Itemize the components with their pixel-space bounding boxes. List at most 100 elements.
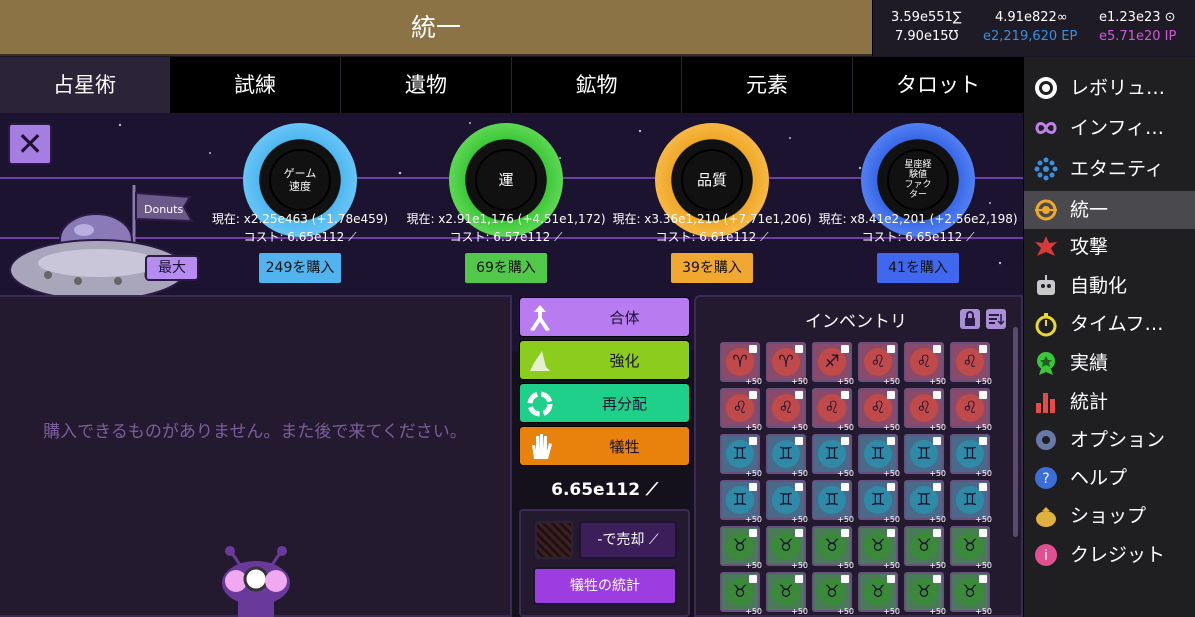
inventory-scrollbar[interactable]: [1013, 327, 1018, 537]
inventory-slot[interactable]: ♊ +50: [904, 480, 946, 524]
inventory-slot[interactable]: ♉ +50: [950, 572, 992, 616]
sacrifice-button[interactable]: 犠牲: [519, 426, 690, 466]
inventory-slot[interactable]: ♊ +50: [950, 480, 992, 524]
recycle-icon: [527, 391, 553, 417]
sell-button[interactable]: -で売却 ⟋: [579, 521, 677, 559]
inventory-slot[interactable]: ♌ +50: [766, 388, 808, 432]
sell-slot[interactable]: [535, 521, 573, 559]
inventory-slot[interactable]: ♊ +50: [720, 480, 762, 524]
bonus-label: +50: [883, 423, 900, 432]
lock-icon: [749, 529, 757, 537]
inventory-slot[interactable]: ♌ +50: [858, 388, 900, 432]
sidebar-item-1[interactable]: レボリュ…: [1024, 69, 1195, 107]
lock-icon: [887, 575, 895, 583]
inventory-slot[interactable]: ♊ +50: [904, 434, 946, 478]
upgrade-current: 現在: x2.25e463 (+1.78e459): [211, 212, 389, 226]
bonus-label: +50: [791, 377, 808, 386]
lock-icon: [979, 437, 987, 445]
inventory-slot[interactable]: ♌ +50: [904, 342, 946, 386]
bonus-label: +50: [929, 561, 946, 570]
bonus-label: +50: [929, 423, 946, 432]
lock-icon: [749, 575, 757, 583]
sidebar-item-8[interactable]: 実績: [1024, 344, 1195, 382]
sidebar-item-5[interactable]: 攻撃: [1024, 228, 1195, 266]
tab-minerals[interactable]: 鉱物: [512, 57, 682, 113]
inventory-slot[interactable]: ♉ +50: [950, 526, 992, 570]
sidebar-item-2[interactable]: インフィ…: [1024, 109, 1195, 147]
inventory-slot[interactable]: ♉ +50: [812, 526, 854, 570]
inventory-slot[interactable]: ♌ +50: [950, 342, 992, 386]
tab-astrology[interactable]: 占星術: [0, 57, 170, 113]
buy-game-speed-button[interactable]: 249を購入: [257, 251, 343, 285]
sidebar-item-label: 実績: [1070, 352, 1109, 374]
sort-icon[interactable]: [986, 309, 1006, 329]
buy-luck-button[interactable]: 69を購入: [463, 251, 549, 285]
inventory-slot[interactable]: ♉ +50: [904, 572, 946, 616]
inventory-slot[interactable]: ♉ +50: [720, 572, 762, 616]
inventory-slot[interactable]: ♌ +50: [812, 388, 854, 432]
inventory-slot[interactable]: ♉ +50: [858, 526, 900, 570]
tab-bar: 占星術 試練 遺物 鉱物 元素 タロット: [0, 57, 1023, 113]
upgrade-cost: コスト: 6.57e112 ⟋: [449, 230, 563, 244]
merge-button[interactable]: 合体: [519, 297, 690, 337]
tab-relics[interactable]: 遺物: [341, 57, 512, 113]
tab-trials[interactable]: 試練: [170, 57, 341, 113]
inventory-slot[interactable]: ♊ +50: [858, 480, 900, 524]
inventory-slot[interactable]: ♐ +50: [812, 342, 854, 386]
inventory-slot[interactable]: ♊ +50: [950, 434, 992, 478]
inventory-slot[interactable]: ♉ +50: [812, 572, 854, 616]
inventory-slot[interactable]: ♉ +50: [766, 526, 808, 570]
enhance-label: 強化: [609, 352, 640, 370]
inventory-slot[interactable]: ♌ +50: [858, 342, 900, 386]
sidebar-item-3[interactable]: エタニティ: [1024, 150, 1195, 188]
inventory-slot[interactable]: ♌ +50: [904, 388, 946, 432]
sidebar-item-12[interactable]: ショップ: [1024, 497, 1195, 535]
merge-icon: [530, 305, 550, 331]
sidebar-item-10[interactable]: オプション: [1024, 421, 1195, 459]
lock-icon: [795, 575, 803, 583]
max-button[interactable]: 最大: [145, 255, 199, 281]
flag-label: Donuts: [144, 203, 183, 216]
buy-constellation-xp-button[interactable]: 41を購入: [875, 251, 961, 285]
inventory-slot[interactable]: ♊ +50: [766, 480, 808, 524]
sidebar-item-7[interactable]: タイムフ…: [1024, 305, 1195, 343]
buy-quality-button[interactable]: 39を購入: [669, 251, 755, 285]
inventory-slot[interactable]: ♊ +50: [720, 434, 762, 478]
info-icon: i: [1035, 544, 1057, 566]
inventory-slot[interactable]: ♌ +50: [950, 388, 992, 432]
inventory-slot[interactable]: ♌ +50: [720, 388, 762, 432]
attack-icon: [1035, 236, 1057, 256]
inventory-slot[interactable]: ♉ +50: [858, 572, 900, 616]
inventory-slot[interactable]: ♉ +50: [720, 526, 762, 570]
sidebar-item-label: オプション: [1070, 429, 1166, 451]
inventory-slot[interactable]: ♊ +50: [812, 480, 854, 524]
sidebar-item-6[interactable]: 自動化: [1024, 267, 1195, 305]
inventory-slot[interactable]: ♉ +50: [904, 526, 946, 570]
close-button[interactable]: ✕: [8, 123, 52, 165]
enhance-button[interactable]: 強化: [519, 340, 690, 380]
infinity-icon: [1035, 122, 1057, 134]
inventory-slot[interactable]: ♊ +50: [766, 434, 808, 478]
currency-circle: e1.23e23 ⊙: [1099, 10, 1176, 25]
sidebar-item-9[interactable]: 統計: [1024, 383, 1195, 421]
lock-icon[interactable]: [960, 309, 980, 329]
bonus-label: +50: [975, 469, 992, 478]
gear-icon: [1036, 430, 1056, 450]
tab-elements[interactable]: 元素: [682, 57, 853, 113]
sidebar-item-13[interactable]: i クレジット: [1024, 536, 1195, 574]
sacrifice-stats-button[interactable]: 犠牲の統計: [533, 567, 677, 605]
sidebar-item-label: エタニティ: [1070, 158, 1164, 180]
sidebar-item-11[interactable]: ? ヘルプ: [1024, 459, 1195, 497]
tab-tarot[interactable]: タロット: [853, 57, 1023, 113]
sidebar-item-4[interactable]: 統一: [1024, 191, 1195, 229]
bonus-label: +50: [929, 607, 946, 616]
inventory-slot[interactable]: ♊ +50: [812, 434, 854, 478]
redistribute-button[interactable]: 再分配: [519, 383, 690, 423]
shop-panel: 購入できるものがありません。また後で来てください。: [0, 295, 512, 617]
inventory-slot[interactable]: ♈ +50: [720, 342, 762, 386]
inventory-slot[interactable]: ♉ +50: [766, 572, 808, 616]
sidebar-item-label: タイムフ…: [1070, 313, 1164, 335]
inventory-slot[interactable]: ♊ +50: [858, 434, 900, 478]
inventory-slot[interactable]: ♈ +50: [766, 342, 808, 386]
upgrade-current: 現在: x2.91e1,176 (+4.51e1,172): [406, 212, 606, 226]
